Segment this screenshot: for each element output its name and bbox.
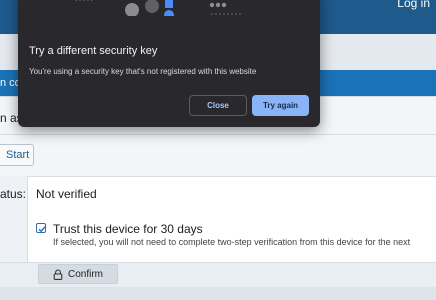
login-link[interactable]: Log in xyxy=(397,0,430,10)
close-button[interactable]: Close xyxy=(189,95,247,116)
security-key-illustration xyxy=(75,0,241,16)
form-row-start xyxy=(0,134,436,176)
status-value: Not verified xyxy=(36,187,97,201)
trust-device-checkbox[interactable] xyxy=(36,223,46,233)
status-label: atus: xyxy=(0,187,27,201)
trust-device-label[interactable]: Trust this device for 30 days xyxy=(53,222,203,236)
start-button[interactable]: Start xyxy=(0,144,34,166)
confirm-label: Confirm xyxy=(67,268,103,280)
try-again-button[interactable]: Try again xyxy=(252,95,309,116)
checkbox-checked-icon xyxy=(38,226,46,233)
page-footer-band xyxy=(0,287,436,300)
dialog-message: You're using a security key that's not r… xyxy=(29,67,257,76)
lock-icon xyxy=(53,268,63,280)
trust-device-help: If selected, you will not need to comple… xyxy=(53,237,411,247)
confirm-button[interactable]: Confirm xyxy=(38,264,118,284)
dialog-title: Try a different security key xyxy=(29,45,158,57)
security-key-dialog: Try a different security key You're usin… xyxy=(18,0,320,127)
